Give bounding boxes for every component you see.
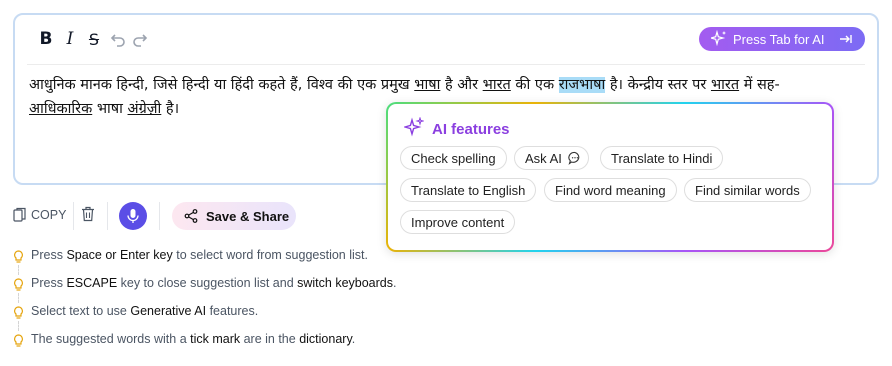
tip-text: Select text to use Generative AI feature… bbox=[31, 304, 259, 318]
lightbulb-icon bbox=[13, 305, 25, 324]
translate-to-hindi-chip[interactable]: Translate to Hindi bbox=[600, 146, 724, 170]
tip-item: The suggested words with a tick mark are… bbox=[13, 332, 613, 360]
copy-button[interactable]: COPY bbox=[13, 207, 66, 223]
copy-label: COPY bbox=[31, 208, 67, 222]
share-icon bbox=[184, 209, 198, 223]
strikethrough-button[interactable]: S bbox=[83, 28, 105, 50]
action-bar: COPY Save & Share bbox=[13, 200, 333, 232]
text-segment: है। केन्द्रीय स्तर पर bbox=[605, 77, 711, 93]
suggested-word[interactable]: भाषा bbox=[414, 77, 440, 93]
tip-item: Press ESCAPE key to close suggestion lis… bbox=[13, 276, 613, 304]
improve-content-chip[interactable]: Improve content bbox=[400, 210, 516, 234]
tips-list: Press Space or Enter key to select word … bbox=[13, 248, 613, 360]
microphone-icon bbox=[126, 208, 140, 224]
tip-connector bbox=[18, 265, 19, 275]
bold-button[interactable]: B bbox=[35, 28, 57, 50]
tip-connector bbox=[18, 293, 19, 303]
ai-features-title: AI features bbox=[432, 120, 510, 138]
lightbulb-icon bbox=[13, 249, 25, 268]
tip-item: Select text to use Generative AI feature… bbox=[13, 304, 613, 332]
selected-word[interactable]: राजभाषा bbox=[558, 77, 606, 93]
save-share-label: Save & Share bbox=[206, 208, 290, 224]
delete-icon[interactable] bbox=[81, 206, 95, 226]
tip-item: Press Space or Enter key to select word … bbox=[13, 248, 613, 276]
lightbulb-icon bbox=[13, 333, 25, 352]
tab-for-ai-label: Press Tab for AI bbox=[733, 31, 825, 47]
text-segment: आधुनिक मानक हिन्दी, जिसे हिन्दी या हिंदी… bbox=[29, 77, 415, 93]
redo-icon[interactable] bbox=[129, 28, 151, 50]
text-segment: की एक bbox=[510, 77, 559, 93]
ai-features-popup: AI features Check spelling Ask AI Transl… bbox=[386, 102, 834, 252]
divider bbox=[159, 202, 160, 230]
tip-connector bbox=[18, 321, 19, 331]
suggested-word[interactable]: आधिकारिक bbox=[29, 101, 92, 117]
translate-to-english-chip[interactable]: Translate to English bbox=[400, 178, 537, 202]
chat-bubble-icon bbox=[568, 151, 582, 165]
undo-icon[interactable] bbox=[107, 28, 129, 50]
sparkle-icon bbox=[402, 116, 425, 141]
check-spelling-chip[interactable]: Check spelling bbox=[400, 146, 507, 170]
tab-arrow-icon bbox=[839, 32, 853, 49]
suggested-word[interactable]: भारत bbox=[711, 77, 739, 93]
suggested-word[interactable]: भारत bbox=[483, 77, 511, 93]
ask-ai-chip[interactable]: Ask AI bbox=[514, 146, 589, 170]
tip-text: Press Space or Enter key to select word … bbox=[31, 248, 368, 262]
editor-toolbar: B I S Press Tab for AI bbox=[27, 15, 865, 65]
lightbulb-icon bbox=[13, 277, 25, 296]
ai-features-header: AI features bbox=[402, 116, 510, 141]
copy-icon bbox=[13, 207, 27, 223]
tip-text: The suggested words with a tick mark are… bbox=[31, 332, 356, 346]
save-share-button[interactable]: Save & Share bbox=[172, 202, 296, 230]
find-similar-words-chip[interactable]: Find similar words bbox=[684, 178, 811, 202]
ask-ai-label: Ask AI bbox=[525, 150, 562, 166]
find-word-meaning-chip[interactable]: Find word meaning bbox=[544, 178, 677, 202]
text-segment: भाषा bbox=[92, 101, 128, 117]
sparkle-icon bbox=[708, 29, 727, 49]
tip-text: Press ESCAPE key to close suggestion lis… bbox=[31, 276, 397, 290]
divider bbox=[73, 202, 74, 230]
text-segment: है और bbox=[440, 77, 483, 93]
divider bbox=[107, 202, 108, 230]
italic-button[interactable]: I bbox=[59, 28, 81, 50]
tab-for-ai-button[interactable]: Press Tab for AI bbox=[699, 27, 865, 51]
text-segment: है। bbox=[161, 101, 180, 117]
text-segment: में सह- bbox=[739, 77, 780, 93]
suggested-word[interactable]: अंग्रेज़ी bbox=[128, 101, 162, 117]
microphone-button[interactable] bbox=[119, 202, 147, 230]
